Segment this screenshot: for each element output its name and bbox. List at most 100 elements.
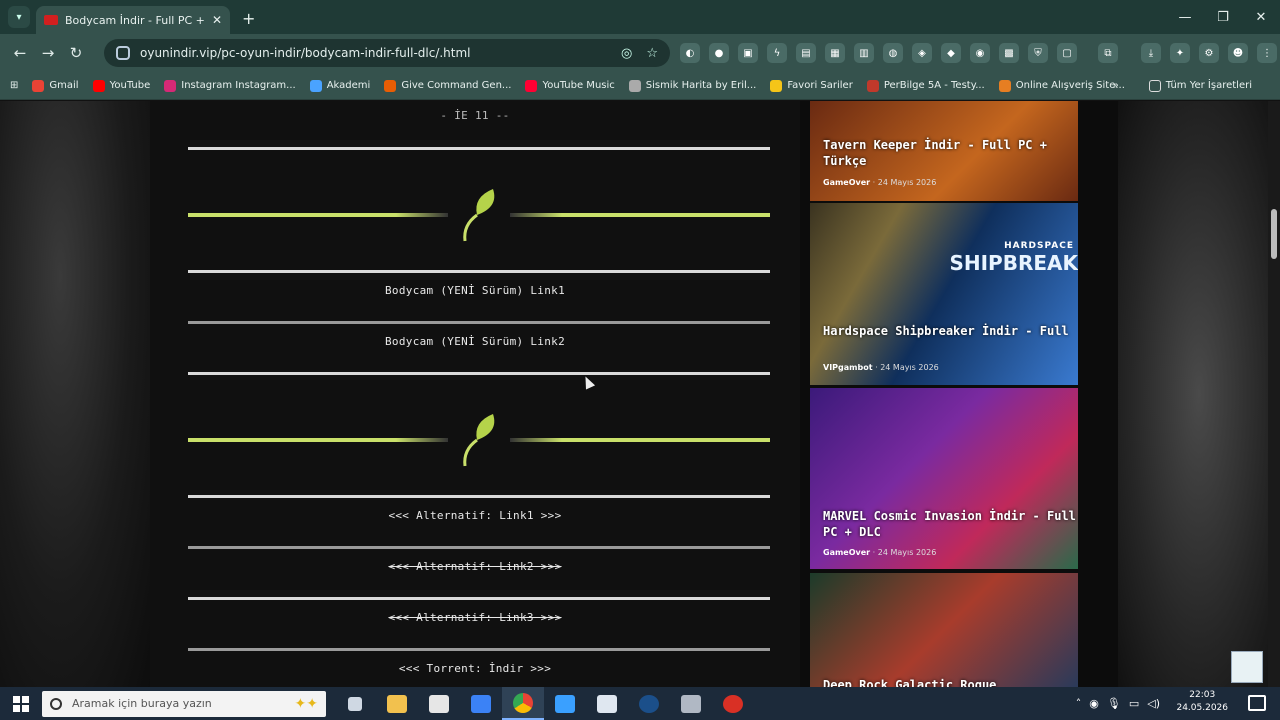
extension-11-icon[interactable]: ◉ [970, 43, 990, 63]
tray-chevron-icon[interactable]: ˄ [1076, 697, 1082, 710]
extension-2-icon[interactable]: ● [709, 43, 729, 63]
bookmark-item[interactable]: Gmail [32, 79, 79, 92]
network-icon[interactable]: ▭ [1129, 697, 1139, 710]
top-caption: - İE 11 -- [440, 109, 510, 122]
extension-10-icon[interactable]: ◆ [941, 43, 961, 63]
menu-dots-icon[interactable]: ⋮ [1257, 43, 1277, 63]
taskbar: Aramak için buraya yazın ✦✦ ˄ ◉ 🎙 ▭ ◁) 2… [0, 687, 1280, 720]
bookmark-favicon-icon [998, 79, 1011, 92]
folder-icon [387, 694, 407, 713]
taskbar-search[interactable]: Aramak için buraya yazın ✦✦ [42, 690, 326, 717]
system-tray: ˄ ◉ 🎙 ▭ ◁) [1076, 687, 1160, 720]
bookmarks-bar: ⊞ Gmail YouTube Instagram Instagram... A… [0, 72, 1280, 100]
minimize-button[interactable]: — [1166, 10, 1204, 25]
sprout-icon [463, 414, 495, 467]
forward-button[interactable]: → [34, 44, 62, 62]
sidebar-icon[interactable]: ⧉ [1098, 43, 1118, 63]
post-title[interactable]: Tavern Keeper İndir - Full PC + Türkçe [823, 137, 1078, 169]
site-info-icon[interactable] [116, 46, 130, 60]
tab-search-button[interactable]: ▾ [8, 6, 30, 28]
taskbar-app-file-explorer[interactable] [376, 687, 418, 720]
post-author[interactable]: GameOver [823, 178, 870, 187]
bookmark-item[interactable]: Akademi [309, 79, 370, 92]
new-tab-button[interactable]: + [242, 9, 255, 28]
post-meta: VIPgambot · 24 Mayıs 2026 [823, 363, 939, 372]
sidebar-post-card[interactable]: Tavern Keeper İndir - Full PC + Türkçe G… [810, 101, 1078, 201]
bookmark-favicon-icon [32, 79, 45, 92]
taskbar-app-generic[interactable] [670, 687, 712, 720]
bookmark-item[interactable]: Give Command Gen... [384, 79, 511, 92]
page-scrollbar[interactable] [1268, 101, 1280, 687]
more-bookmarks-button[interactable]: » [1113, 80, 1119, 91]
profile-avatar-icon[interactable]: ☻ [1228, 43, 1248, 63]
start-button[interactable] [0, 695, 42, 712]
notification-icon[interactable] [1248, 695, 1266, 711]
taskbar-app-task-view[interactable] [334, 687, 376, 720]
extension-6-icon[interactable]: ▦ [825, 43, 845, 63]
search-placeholder: Aramak için buraya yazın [72, 697, 212, 710]
post-author[interactable]: VIPgambot [823, 363, 873, 372]
extension-14-icon[interactable]: ⚙ [1199, 43, 1219, 63]
maximize-button[interactable]: ❐ [1204, 10, 1242, 25]
shield-icon[interactable]: ⛨ [1028, 43, 1048, 63]
bookmark-star-icon[interactable]: ☆ [646, 46, 658, 61]
alternative-link-2[interactable]: <<< Alternatif: Link2 >>> [150, 560, 800, 573]
bookmark-item[interactable]: Sismik Harita by Eril... [628, 79, 756, 92]
address-bar[interactable]: oyunindir.vip/pc-oyun-indir/bodycam-indi… [104, 39, 670, 67]
alternative-link-3[interactable]: <<< Alternatif: Link3 >>> [150, 611, 800, 624]
puzzle-icon[interactable]: ▢ [1057, 43, 1077, 63]
post-title[interactable]: Hardspace Shipbreaker İndir - Full [823, 323, 1069, 339]
post-title[interactable]: Deep Rock Galactic Rogue [823, 677, 996, 687]
bookmark-favicon-icon [384, 79, 397, 92]
site-favicon-icon [44, 15, 58, 25]
bookmark-item[interactable]: YouTube Music [525, 79, 615, 92]
scroll-to-top-button[interactable] [1231, 651, 1263, 683]
volume-icon[interactable]: ◁) [1147, 697, 1160, 710]
bookmark-item[interactable]: PerBilge 5A - Testy... [866, 79, 985, 92]
post-title[interactable]: MARVEL Cosmic Invasion İndir - Full PC +… [823, 508, 1078, 540]
post-author[interactable]: GameOver [823, 548, 870, 557]
code-icon [555, 694, 575, 713]
torrent-link[interactable]: <<< Torrent: İndir >>> [150, 662, 800, 675]
close-window-button[interactable]: ✕ [1242, 10, 1280, 25]
bookmark-item[interactable]: Instagram Instagram... [164, 79, 296, 92]
extension-13-icon[interactable]: ✦ [1170, 43, 1190, 63]
scrollbar-thumb[interactable] [1271, 209, 1277, 259]
microphone-icon[interactable]: 🎙 [1107, 697, 1121, 710]
extension-1-icon[interactable]: ◐ [680, 43, 700, 63]
bookmark-item[interactable]: Online Alışveriş Site... [998, 79, 1125, 92]
eye-off-icon[interactable]: ◎ [621, 46, 632, 61]
system-clock[interactable]: 22:03 24.05.2026 [1176, 689, 1228, 715]
extension-3-icon[interactable]: ▣ [738, 43, 758, 63]
alternative-link-1[interactable]: <<< Alternatif: Link1 >>> [150, 509, 800, 522]
extension-12-icon[interactable]: ▩ [999, 43, 1019, 63]
taskbar-app-chrome[interactable] [502, 687, 544, 720]
tray-app-icon[interactable]: ◉ [1089, 697, 1099, 710]
sidebar-post-card[interactable]: HARDSPACE SHIPBREAK Hardspace Shipbreake… [810, 203, 1078, 385]
sidebar-post-card[interactable]: MARVEL Cosmic Invasion İndir - Full PC +… [810, 388, 1078, 569]
download-link-1[interactable]: Bodycam (YENİ Sürüm) Link1 [150, 284, 800, 297]
tab-active[interactable]: Bodycam İndir - Full PC + DLC ✕ [36, 6, 230, 34]
download-icon[interactable]: ⤓ [1141, 43, 1161, 63]
close-tab-icon[interactable]: ✕ [212, 13, 222, 27]
taskbar-app-store[interactable] [418, 687, 460, 720]
taskbar-app-vs-code[interactable] [544, 687, 586, 720]
taskbar-app-mail[interactable] [460, 687, 502, 720]
post-meta: GameOver · 24 Mayıs 2026 [823, 548, 937, 557]
apps-grid-icon[interactable]: ⊞ [10, 80, 18, 91]
extension-7-icon[interactable]: ▥ [854, 43, 874, 63]
back-button[interactable]: ← [6, 44, 34, 62]
sidebar-post-card[interactable]: Deep Rock Galactic Rogue [810, 573, 1078, 687]
all-bookmarks-folder[interactable]: Tüm Yer İşaretleri [1148, 79, 1252, 92]
bookmark-item[interactable]: Favori Sariler [770, 79, 853, 92]
extension-9-icon[interactable]: ◈ [912, 43, 932, 63]
taskbar-app-steam[interactable] [628, 687, 670, 720]
download-link-2[interactable]: Bodycam (YENİ Sürüm) Link2 [150, 335, 800, 348]
reload-button[interactable]: ↻ [62, 44, 90, 62]
extension-5-icon[interactable]: ▤ [796, 43, 816, 63]
extension-4-icon[interactable]: ϟ [767, 43, 787, 63]
extension-8-icon[interactable]: ◍ [883, 43, 903, 63]
taskbar-app-files[interactable] [586, 687, 628, 720]
bookmark-item[interactable]: YouTube [92, 79, 150, 92]
taskbar-app-recorder[interactable] [712, 687, 754, 720]
